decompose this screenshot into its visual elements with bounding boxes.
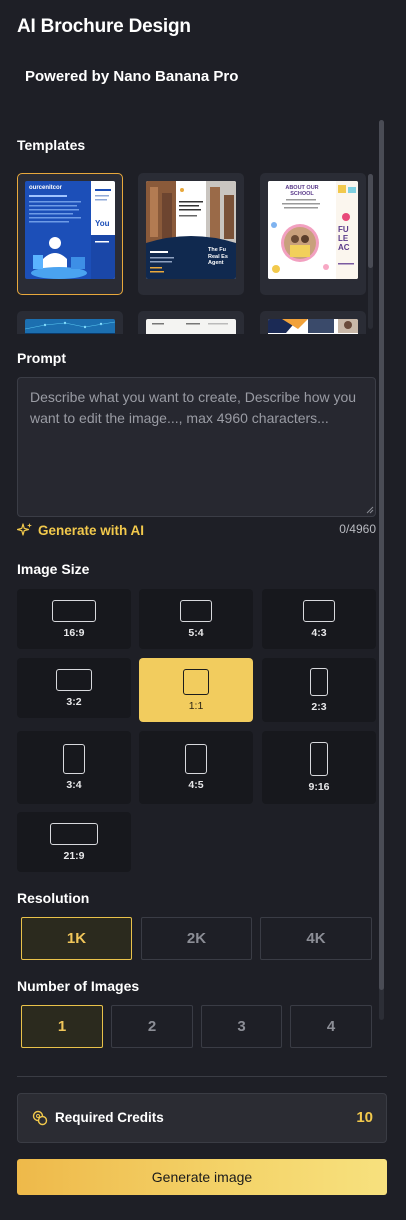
- image-count-1-button[interactable]: 1: [21, 1005, 103, 1048]
- image-count-4-button[interactable]: 4: [290, 1005, 372, 1048]
- image-count-2-button[interactable]: 2: [111, 1005, 193, 1048]
- resolution-2k-button[interactable]: 2K: [141, 917, 252, 960]
- required-credits-panel: Required Credits 10: [17, 1093, 387, 1143]
- size-option-label: 3:2: [66, 695, 82, 708]
- template-card-4[interactable]: [17, 311, 123, 334]
- template-thumbnail: [268, 319, 358, 334]
- image-size-label: Image Size: [17, 561, 90, 577]
- size-option-3-2[interactable]: 3:2: [17, 658, 131, 718]
- template-thumb-heading: ourcenitcor: [29, 185, 63, 191]
- template-card-5[interactable]: [138, 311, 244, 334]
- template-thumb-side-text: You: [95, 219, 110, 228]
- template-thumbnail: [146, 319, 236, 334]
- size-option-label: 4:3: [311, 626, 327, 639]
- size-option-label: 5:4: [188, 626, 204, 639]
- ratio-9-16-icon: [310, 742, 328, 776]
- required-credits-value: 10: [356, 1109, 373, 1126]
- template-card-1[interactable]: ourcenitcor You: [17, 173, 123, 295]
- templates-label: Templates: [17, 137, 86, 153]
- image-count-3-button[interactable]: 3: [201, 1005, 282, 1048]
- ratio-4-3-icon: [303, 599, 335, 622]
- sparkle-icon: [17, 523, 32, 536]
- ratio-21-9-icon: [50, 822, 98, 845]
- prompt-input[interactable]: [17, 377, 376, 517]
- size-option-4-5[interactable]: 4:5: [139, 731, 253, 804]
- resolution-4k-button[interactable]: 4K: [260, 917, 372, 960]
- size-option-16-9[interactable]: 16:9: [17, 589, 131, 649]
- ratio-1-1-icon: [183, 668, 209, 695]
- generate-with-ai-button[interactable]: Generate with AI: [17, 522, 144, 538]
- templates-grid: ourcenitcor You The Fu Real Es Agent ABO…: [17, 172, 367, 334]
- template-thumb-side-text: The Fu Real Es Agent: [208, 247, 228, 266]
- size-option-label: 16:9: [63, 626, 85, 639]
- template-thumbnail: ABOUT OUR SCHOOL FU LE AC: [268, 181, 358, 279]
- template-thumbnail: [25, 319, 115, 334]
- app-subtitle: Powered by Nano Banana Pro: [25, 68, 239, 85]
- size-option-4-3[interactable]: 4:3: [262, 589, 376, 649]
- resolution-label: Resolution: [17, 890, 90, 906]
- ratio-2-3-icon: [310, 667, 328, 696]
- app-title: AI Brochure Design: [17, 16, 191, 37]
- ratio-3-4-icon: [63, 744, 85, 774]
- ratio-3-2-icon: [56, 668, 92, 691]
- ratio-4-5-icon: [185, 744, 207, 774]
- size-option-9-16[interactable]: 9:16: [262, 731, 376, 804]
- size-option-label: 3:4: [66, 779, 82, 791]
- size-option-1-1[interactable]: 1:1: [139, 658, 253, 722]
- template-thumb-side-text: FU LE AC: [338, 225, 350, 252]
- number-of-images-label: Number of Images: [17, 978, 140, 994]
- template-thumb-heading: ABOUT OUR SCHOOL: [285, 185, 319, 197]
- required-credits-label: Required Credits: [55, 1110, 164, 1125]
- templates-scrollbar-thumb[interactable]: [368, 174, 373, 268]
- size-option-21-9[interactable]: 21:9: [17, 812, 131, 872]
- generate-with-ai-label: Generate with AI: [38, 522, 145, 538]
- divider: [17, 1076, 387, 1077]
- panel-scrollbar-thumb[interactable]: [379, 120, 384, 990]
- character-count: 0/4960: [339, 522, 376, 536]
- size-option-label: 21:9: [63, 849, 85, 862]
- resolution-1k-button[interactable]: 1K: [21, 917, 132, 960]
- ratio-16-9-icon: [52, 599, 96, 622]
- resize-grip-icon[interactable]: [365, 505, 374, 514]
- size-option-label: 2:3: [311, 700, 327, 713]
- coins-icon: [32, 1110, 48, 1126]
- template-card-2[interactable]: The Fu Real Es Agent: [138, 173, 244, 295]
- template-thumbnail: ourcenitcor You: [25, 181, 115, 279]
- prompt-label: Prompt: [17, 350, 66, 366]
- size-option-label: 4:5: [188, 779, 204, 791]
- generate-image-button[interactable]: Generate image: [17, 1159, 387, 1195]
- template-card-3[interactable]: ABOUT OUR SCHOOL FU LE AC: [260, 173, 366, 295]
- size-option-label: 1:1: [188, 699, 204, 712]
- size-option-label: 9:16: [308, 781, 330, 793]
- size-option-2-3[interactable]: 2:3: [262, 658, 376, 722]
- template-thumbnail: The Fu Real Es Agent: [146, 181, 236, 279]
- size-option-5-4[interactable]: 5:4: [139, 589, 253, 649]
- size-option-3-4[interactable]: 3:4: [17, 731, 131, 804]
- template-card-6[interactable]: [260, 311, 366, 334]
- ratio-5-4-icon: [180, 599, 212, 622]
